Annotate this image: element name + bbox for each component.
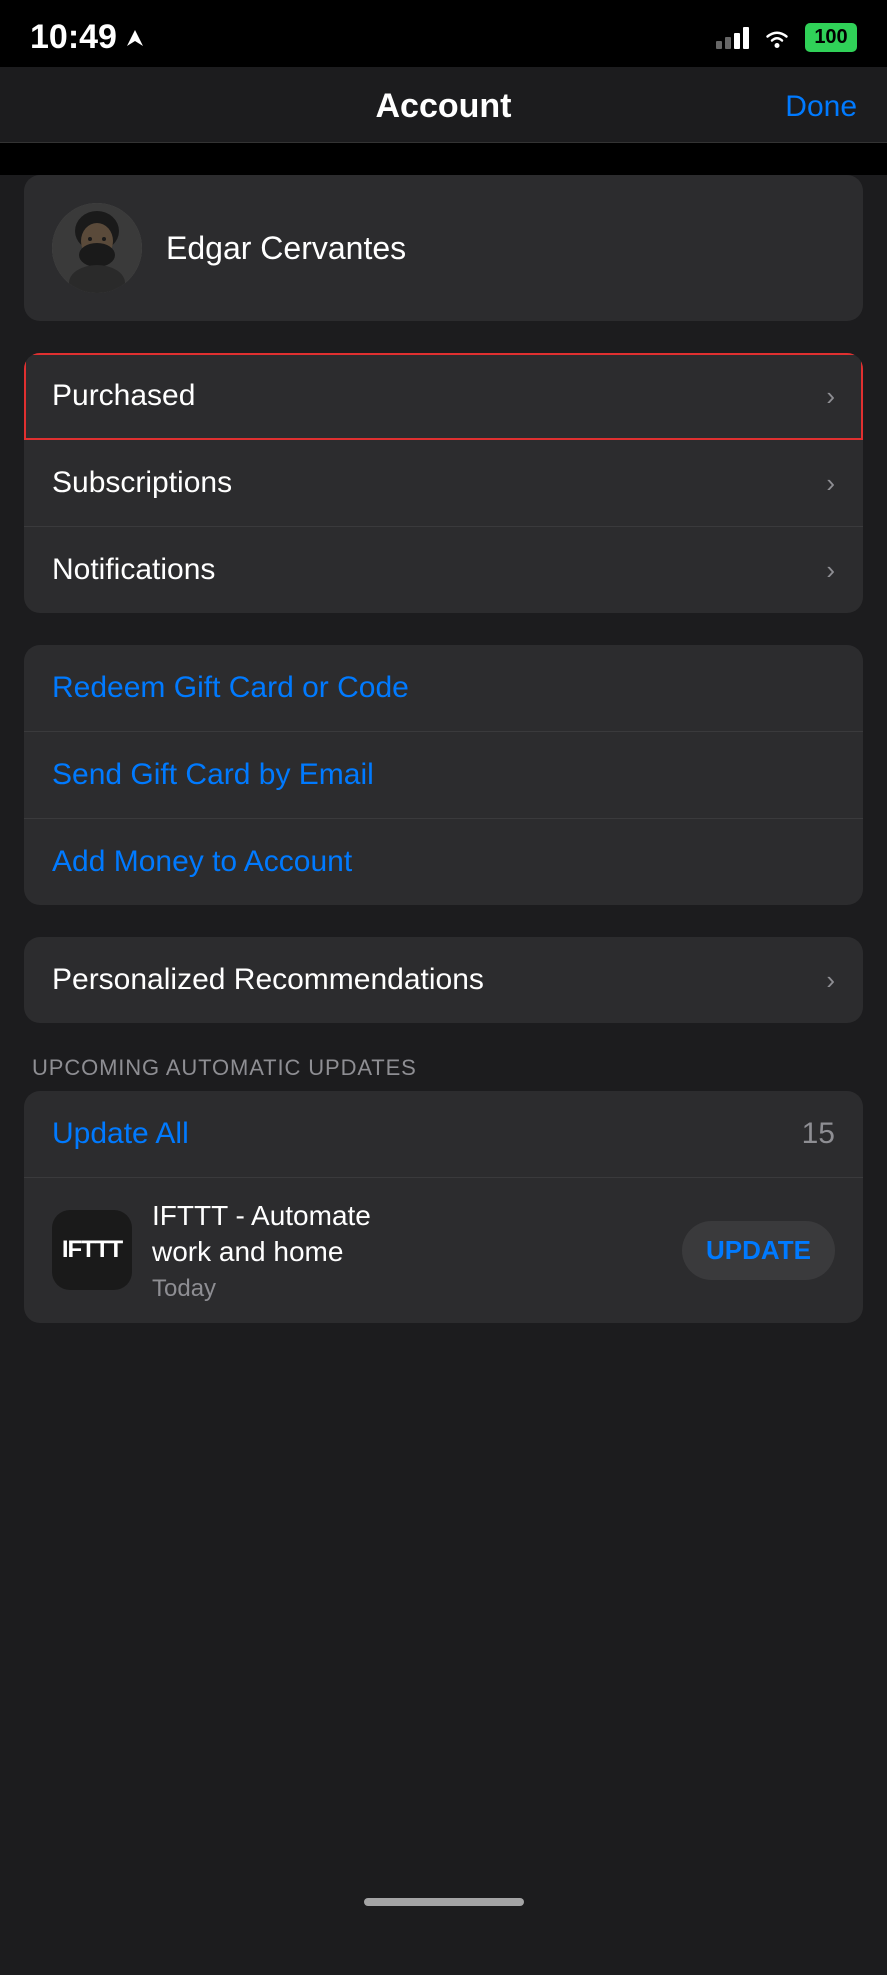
main-content: Edgar Cervantes Purchased › Subscription… <box>0 175 887 1975</box>
send-gift-card-item[interactable]: Send Gift Card by Email <box>24 732 863 819</box>
redeem-gift-card-label: Redeem Gift Card or Code <box>52 671 409 705</box>
gift-card-section: Redeem Gift Card or Code Send Gift Card … <box>24 645 863 905</box>
subscriptions-label: Subscriptions <box>52 466 232 500</box>
add-money-item[interactable]: Add Money to Account <box>24 819 863 905</box>
user-name: Edgar Cervantes <box>166 230 406 267</box>
user-card[interactable]: Edgar Cervantes <box>24 175 863 321</box>
page-title: Account <box>376 87 512 126</box>
purchased-label: Purchased <box>52 379 195 413</box>
update-button[interactable]: UPDATE <box>682 1221 835 1280</box>
redeem-gift-card-item[interactable]: Redeem Gift Card or Code <box>24 645 863 732</box>
preferences-section: Personalized Recommendations › <box>24 937 863 1023</box>
personalized-recommendations-item[interactable]: Personalized Recommendations › <box>24 937 863 1023</box>
notifications-chevron: › <box>826 555 835 586</box>
updates-section-header: UPCOMING AUTOMATIC UPDATES <box>24 1055 863 1081</box>
status-right: 100 <box>716 23 857 52</box>
update-all-label: Update All <box>52 1117 189 1151</box>
add-money-label: Add Money to Account <box>52 845 352 879</box>
app-icon-ifttt: IFTTT <box>52 1210 132 1290</box>
avatar-image <box>52 203 142 293</box>
personalized-recommendations-label: Personalized Recommendations <box>52 963 484 997</box>
signal-icon <box>716 27 749 49</box>
location-icon <box>125 28 145 48</box>
battery-indicator: 100 <box>805 23 857 52</box>
purchased-chevron: › <box>826 381 835 412</box>
subscriptions-chevron: › <box>826 468 835 499</box>
avatar <box>52 203 142 293</box>
app-info: IFTTT - Automatework and home Today <box>152 1198 662 1303</box>
home-indicator <box>364 1898 524 1906</box>
app-name: IFTTT - Automatework and home <box>152 1198 662 1271</box>
done-button[interactable]: Done <box>785 90 857 124</box>
notifications-item[interactable]: Notifications › <box>24 527 863 613</box>
app-date: Today <box>152 1275 662 1303</box>
updates-section: Update All 15 IFTTT IFTTT - Automatework… <box>24 1091 863 1323</box>
send-gift-card-label: Send Gift Card by Email <box>52 758 374 792</box>
update-all-row[interactable]: Update All 15 <box>24 1091 863 1178</box>
wifi-icon <box>763 27 791 49</box>
purchased-item[interactable]: Purchased › <box>24 353 863 440</box>
status-bar: 10:49 100 <box>0 0 887 67</box>
subscriptions-item[interactable]: Subscriptions › <box>24 440 863 527</box>
personalized-recommendations-chevron: › <box>826 965 835 996</box>
notifications-label: Notifications <box>52 553 215 587</box>
menu-group: Purchased › Subscriptions › Notification… <box>24 353 863 613</box>
status-time: 10:49 <box>30 18 145 57</box>
nav-bar: Account Done <box>0 67 887 143</box>
update-count: 15 <box>802 1117 835 1151</box>
app-row: IFTTT IFTTT - Automatework and home Toda… <box>24 1178 863 1323</box>
